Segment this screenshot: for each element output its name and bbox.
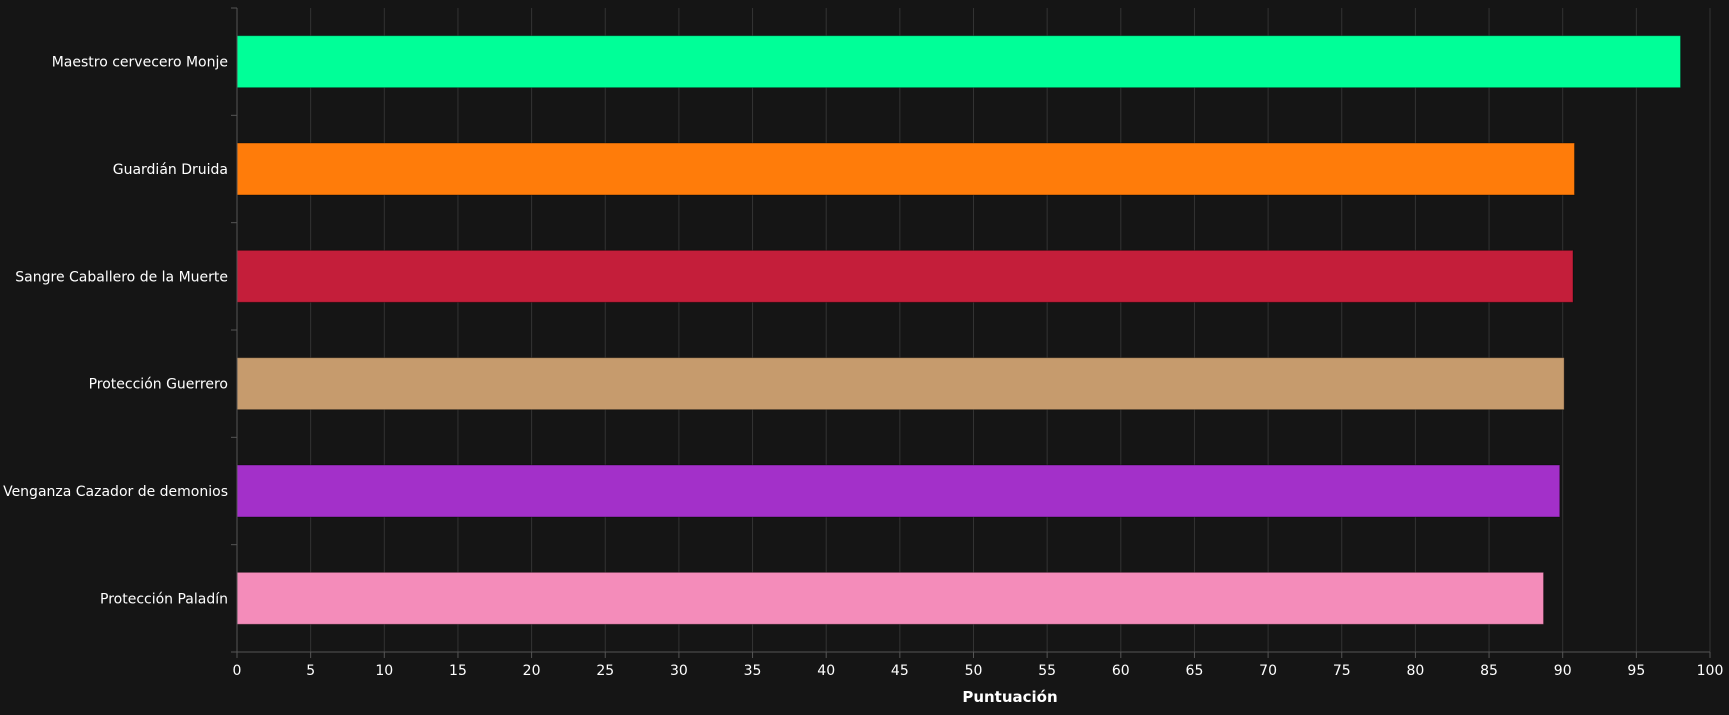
x-tick-label: 5 xyxy=(306,663,315,679)
x-tick-label: 30 xyxy=(670,663,688,679)
bar[interactable] xyxy=(236,35,1682,89)
y-category-label: Protección Guerrero xyxy=(89,377,228,393)
x-tick-label: 60 xyxy=(1112,663,1130,679)
x-tick-label: 90 xyxy=(1554,663,1572,679)
x-tick-label: 50 xyxy=(965,663,983,679)
y-category-label: Maestro cervecero Monje xyxy=(52,55,228,71)
x-tick-label: 35 xyxy=(744,663,762,679)
bar[interactable] xyxy=(236,142,1575,196)
x-tick-label: 0 xyxy=(233,663,242,679)
x-tick-label: 55 xyxy=(1038,663,1056,679)
x-tick-label: 85 xyxy=(1480,663,1498,679)
bar[interactable] xyxy=(236,464,1561,518)
bar[interactable] xyxy=(236,571,1545,625)
y-category-label: Sangre Caballero de la Muerte xyxy=(15,269,228,285)
y-category-label: Guardián Druida xyxy=(113,162,228,178)
x-tick-label: 65 xyxy=(1186,663,1204,679)
bar[interactable] xyxy=(236,357,1565,411)
x-tick-label: 40 xyxy=(817,663,835,679)
bar[interactable] xyxy=(236,249,1574,303)
x-tick-label: 45 xyxy=(891,663,909,679)
grid-lines xyxy=(310,8,1711,652)
chart-svg: 0 5 10 15 20 25 30 35 40 45 50 55 60 65 70 75 80 85 90 95 10… xyxy=(3,7,1724,706)
x-tick-label: 80 xyxy=(1406,663,1424,679)
bars xyxy=(236,35,1682,625)
x-tick-label: 25 xyxy=(596,663,614,679)
x-axis-title: Puntuación xyxy=(962,688,1057,706)
bar-chart: 0 5 10 15 20 25 30 35 40 45 50 55 60 65 70 75 80 85 90 95 10… xyxy=(0,0,1729,711)
x-tick-label: 95 xyxy=(1627,663,1645,679)
x-tick-label: 75 xyxy=(1333,663,1351,679)
x-tick-label: 20 xyxy=(523,663,541,679)
x-tick-label: 100 xyxy=(1697,663,1724,679)
x-tick-label: 10 xyxy=(375,663,393,679)
x-tick-label: 15 xyxy=(449,663,467,679)
y-category-label: Protección Paladín xyxy=(100,591,228,607)
y-category-label: Venganza Cazador de demonios xyxy=(3,484,228,500)
x-tick-label: 70 xyxy=(1259,663,1277,679)
